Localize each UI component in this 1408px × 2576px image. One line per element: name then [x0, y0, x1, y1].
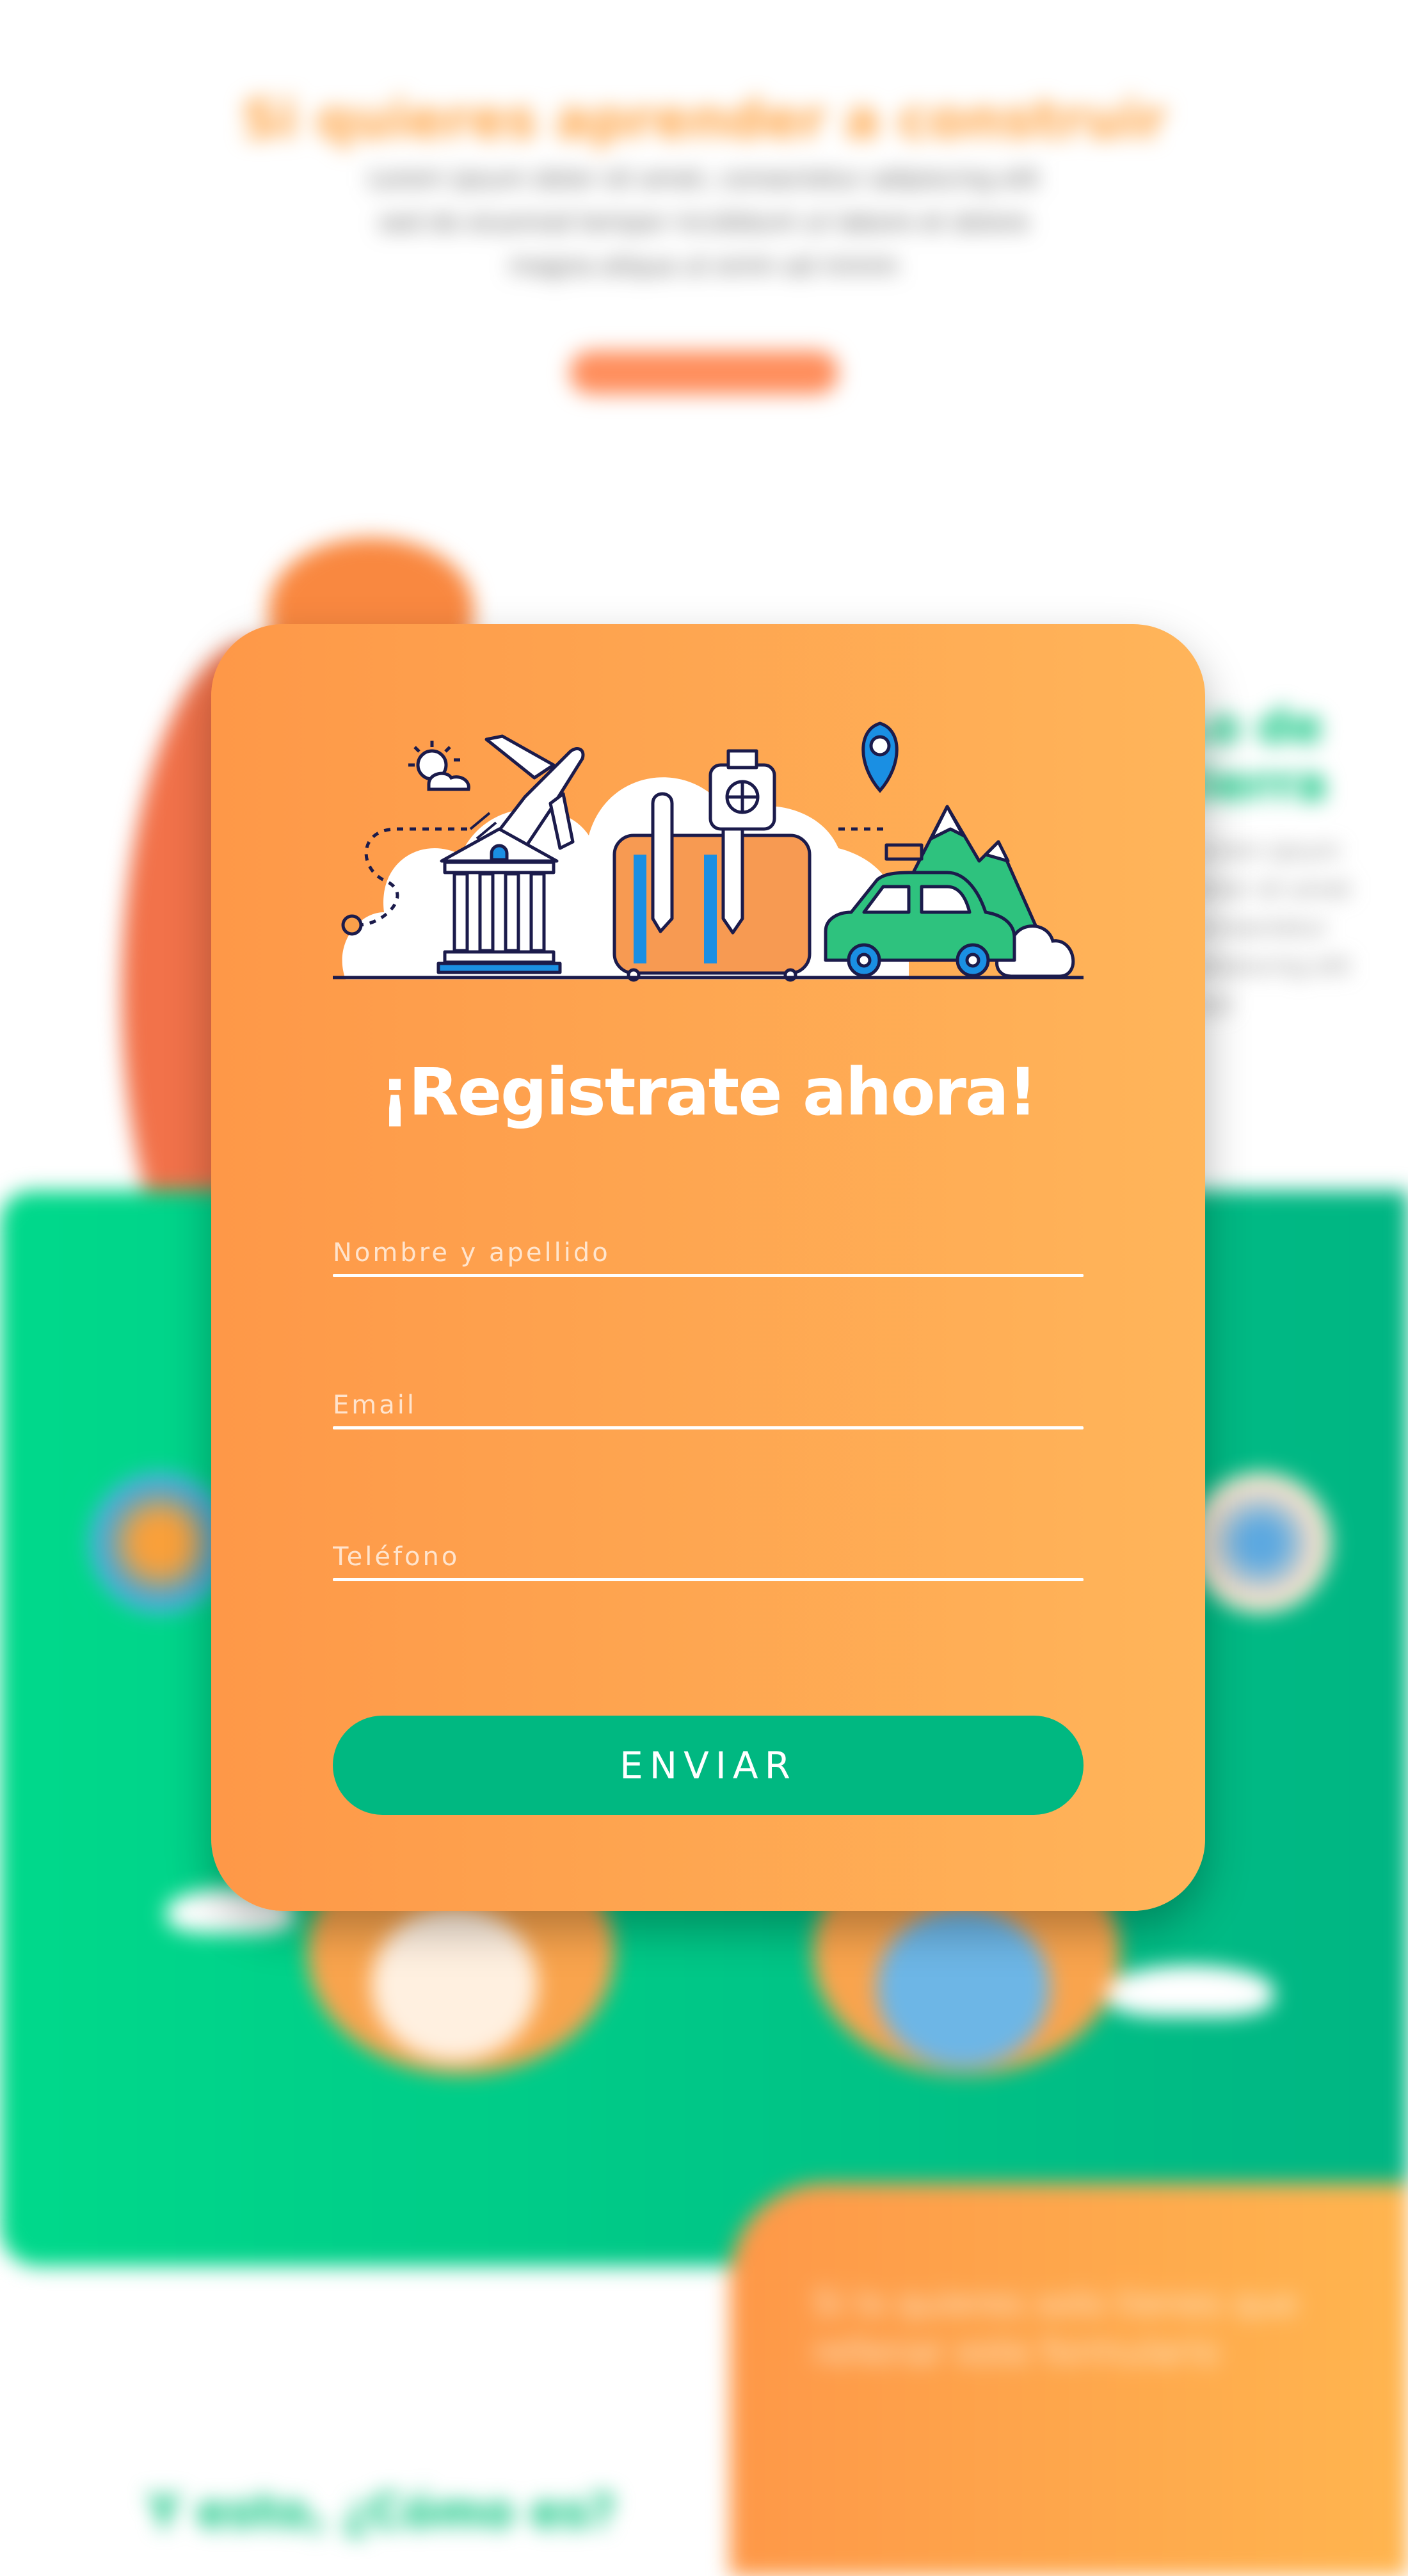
background-map-circle — [1190, 1472, 1331, 1613]
background-bottom-title: Y esto, ¿Cómo es? — [147, 2484, 616, 2538]
email-field-underline — [333, 1426, 1084, 1429]
background-photo-circle-2 — [877, 1908, 1050, 2068]
submit-button[interactable]: ENVIAR — [333, 1716, 1084, 1815]
background-paragraph: Lorem ipsum dolor sit amet, consectetur … — [368, 165, 1040, 280]
email-field[interactable] — [333, 1372, 1084, 1429]
sun-icon — [408, 741, 470, 791]
route-start-dot — [341, 914, 363, 936]
travel-illustration — [333, 721, 1084, 982]
location-pin-icon — [838, 721, 899, 831]
name-input[interactable] — [333, 1220, 1084, 1271]
registration-card: ¡Registrate ahora! ENVIAR — [211, 624, 1205, 1911]
background-side-title: Lo de tierra — [1178, 699, 1327, 812]
form-title: ¡Registrate ahora! — [380, 1054, 1037, 1131]
background-heading: Si quieres aprender a construir — [241, 90, 1167, 150]
background-panel-text: Si lo quieres solo tienes que rellenar e… — [813, 2283, 1299, 2372]
name-field[interactable] — [333, 1220, 1084, 1277]
email-input[interactable] — [333, 1372, 1084, 1423]
phone-field-underline — [333, 1578, 1084, 1581]
phone-input[interactable] — [333, 1524, 1084, 1575]
background-globe-circle — [90, 1472, 230, 1613]
phone-field[interactable] — [333, 1524, 1084, 1581]
background-button — [570, 351, 838, 394]
name-field-underline — [333, 1274, 1084, 1277]
background-orange-panel — [730, 2183, 1408, 2576]
background-photo-circle-1 — [371, 1908, 538, 2061]
background-cloud-right — [1107, 1965, 1274, 2017]
background-side-text: Lorem ipsum dolor sit amet consectetur a… — [1190, 838, 1351, 1018]
